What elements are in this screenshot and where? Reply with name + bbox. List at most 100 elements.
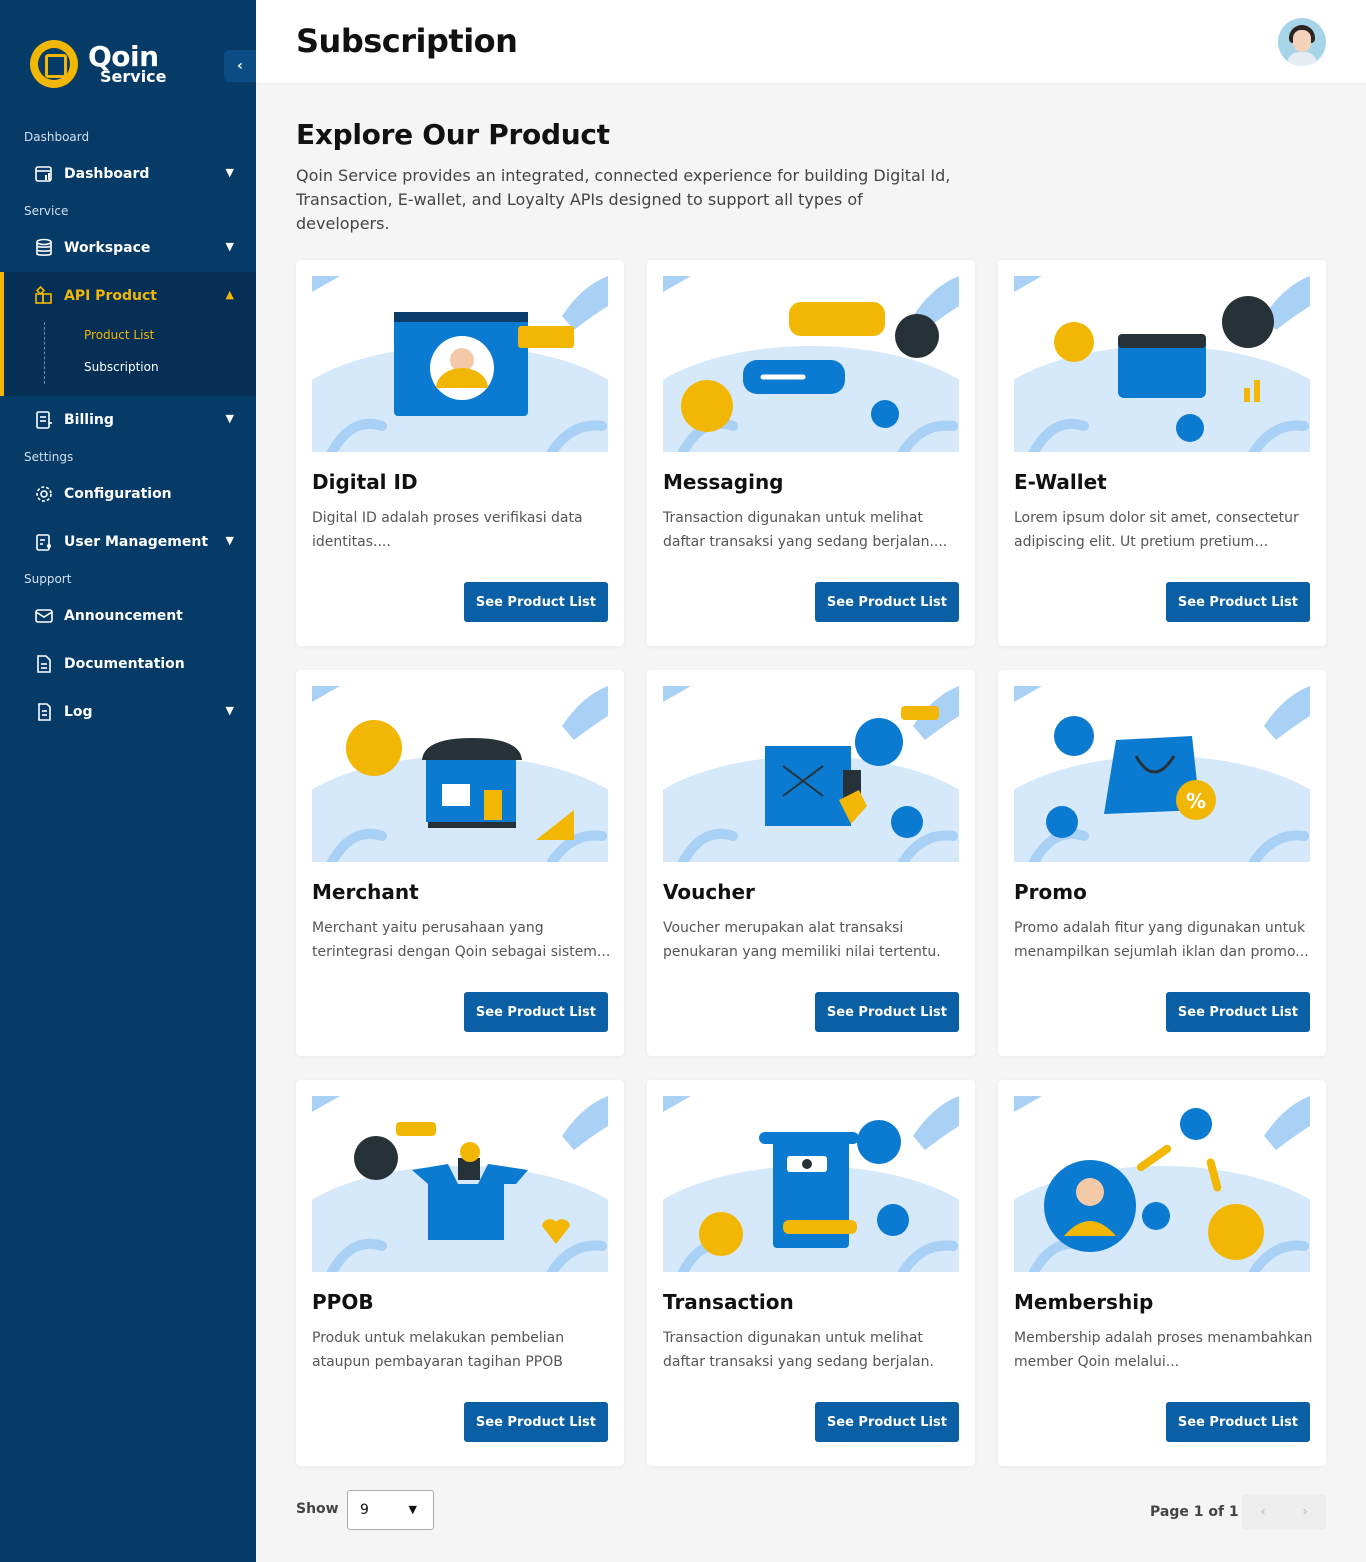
- sidebar-item-documentation[interactable]: Documentation: [0, 640, 256, 688]
- sidebar-item-user-management[interactable]: User Management ▼: [0, 518, 256, 566]
- user-list-icon: [36, 534, 51, 551]
- sidebar-item-label: Configuration: [64, 486, 172, 502]
- prev-page-button[interactable]: ‹: [1242, 1494, 1284, 1530]
- svg-text:%: %: [1186, 789, 1206, 813]
- product-illustration: [663, 686, 959, 862]
- chevron-down-icon: ▼: [225, 704, 234, 717]
- product-illustration: %: [1014, 686, 1310, 862]
- chevron-up-icon: ▲: [225, 288, 234, 301]
- see-product-list-button[interactable]: See Product List: [1165, 1402, 1310, 1442]
- product-card: E-Wallet Lorem ipsum dolor sit amet, cons…: [998, 260, 1326, 646]
- product-description: Lorem ipsum dolor sit amet, consectetur …: [1014, 510, 1299, 550]
- product-description: Digital ID adalah proses verifikasi data…: [312, 510, 583, 550]
- page-size-value: 9: [360, 1502, 369, 1518]
- see-product-list-button[interactable]: See Product List: [1165, 992, 1310, 1032]
- product-title: E-Wallet: [1014, 470, 1107, 494]
- chevron-down-icon: ▼: [225, 412, 234, 425]
- chevron-left-icon: ‹: [237, 58, 243, 74]
- chevron-down-icon: ▼: [225, 534, 234, 547]
- user-avatar[interactable]: [1278, 18, 1326, 66]
- page-info: Page 1 of 1: [1150, 1504, 1239, 1520]
- product-illustration: [663, 276, 959, 452]
- sidebar-item-dashboard[interactable]: Dashboard ▼: [0, 150, 256, 198]
- gear-icon: [36, 486, 52, 502]
- sidebar-item-billing[interactable]: Billing ▼: [0, 396, 256, 444]
- document-icon: [37, 655, 51, 673]
- section-title-support: Support: [24, 572, 72, 586]
- see-product-list-button[interactable]: See Product List: [814, 582, 959, 622]
- product-description: Promo adalah fitur yang digunakan untuk …: [1014, 920, 1309, 960]
- collapse-sidebar-button[interactable]: ‹: [224, 50, 256, 82]
- section-title-dashboard: Dashboard: [24, 130, 90, 144]
- sidebar-item-label: Dashboard: [64, 166, 150, 182]
- product-title: Digital ID: [312, 470, 418, 494]
- show-label: Show: [296, 1501, 339, 1517]
- product-card: Transaction Transaction digunakan untuk m…: [647, 1080, 975, 1466]
- product-description: Transaction digunakan untuk melihat daft…: [663, 1330, 934, 1370]
- sidebar-item-label: Log: [64, 704, 93, 720]
- product-card: Merchant Merchant yaitu perusahaan yang t…: [296, 670, 624, 1056]
- page-size-select[interactable]: 9 ▼: [347, 1490, 434, 1530]
- product-illustration: [312, 686, 608, 862]
- product-illustration: [1014, 276, 1310, 452]
- next-page-button[interactable]: ›: [1284, 1494, 1326, 1530]
- section-heading: Explore Our Product: [296, 118, 610, 151]
- sidebar: Qoin Service ‹ Dashboard Dashboard ▼ Ser…: [0, 0, 256, 1562]
- submenu-line: [44, 322, 45, 384]
- see-product-list-button[interactable]: See Product List: [463, 992, 608, 1032]
- sidebar-item-label: Workspace: [64, 240, 151, 256]
- sidebar-item-announcement[interactable]: Announcement: [0, 592, 256, 640]
- page-title: Subscription: [296, 22, 518, 60]
- product-title: Transaction: [663, 1290, 794, 1314]
- chevron-down-icon: ▼: [408, 1503, 417, 1516]
- product-description: Membership adalah proses menambahkan mem…: [1014, 1330, 1313, 1370]
- sidebar-item-workspace[interactable]: Workspace ▼: [0, 224, 256, 272]
- qoin-logo-icon: [30, 40, 78, 88]
- product-card: % Promo Promo adalah fitur yang digunakan …: [998, 670, 1326, 1056]
- pager: ‹ ›: [1242, 1494, 1326, 1530]
- product-card: PPOB Produk untuk melakukan pembelian ata…: [296, 1080, 624, 1466]
- product-title: PPOB: [312, 1290, 374, 1314]
- product-card: Messaging Transaction digunakan untuk mel…: [647, 260, 975, 646]
- product-description: Transaction digunakan untuk melihat daft…: [663, 510, 948, 550]
- submenu-item-product-list[interactable]: Product List: [84, 328, 154, 342]
- submenu-item-subscription[interactable]: Subscription: [84, 360, 159, 374]
- sidebar-item-api-product[interactable]: API Product ▲: [0, 272, 256, 320]
- section-description: Qoin Service provides an integrated, con…: [296, 166, 951, 233]
- product-illustration: [312, 276, 608, 452]
- top-header: Subscription: [256, 0, 1366, 84]
- apps-icon: [35, 286, 52, 304]
- product-card: Digital ID Digital ID adalah proses verif…: [296, 260, 624, 646]
- product-title: Merchant: [312, 880, 419, 904]
- see-product-list-button[interactable]: See Product List: [1165, 582, 1310, 622]
- product-title: Voucher: [663, 880, 755, 904]
- product-card: Membership Membership adalah proses menam…: [998, 1080, 1326, 1466]
- sidebar-item-configuration[interactable]: Configuration: [0, 470, 256, 518]
- product-illustration: [312, 1096, 608, 1272]
- product-illustration: [663, 1096, 959, 1272]
- section-title-settings: Settings: [24, 450, 74, 464]
- invoice-icon: [36, 411, 52, 429]
- sidebar-item-label: User Management: [64, 534, 209, 550]
- product-illustration: [1014, 1096, 1310, 1272]
- sidebar-item-label: API Product: [64, 288, 157, 304]
- see-product-list-button[interactable]: See Product List: [463, 1402, 608, 1442]
- product-title: Membership: [1014, 1290, 1154, 1314]
- see-product-list-button[interactable]: See Product List: [814, 1402, 959, 1442]
- database-icon: [36, 238, 52, 256]
- logo-sub: Service: [100, 67, 167, 86]
- product-description: Produk untuk melakukan pembelian ataupun…: [312, 1330, 565, 1370]
- section-title-service: Service: [24, 204, 69, 218]
- product-description: Merchant yaitu perusahaan yang terintegr…: [312, 920, 611, 960]
- sidebar-item-log[interactable]: Log ▼: [0, 688, 256, 736]
- chevron-down-icon: ▼: [225, 240, 234, 253]
- dashboard-icon: [35, 166, 52, 182]
- qoin-logo[interactable]: Qoin Service: [30, 40, 167, 88]
- see-product-list-button[interactable]: See Product List: [814, 992, 959, 1032]
- see-product-list-button[interactable]: See Product List: [463, 582, 608, 622]
- sidebar-item-label: Billing: [64, 412, 114, 428]
- log-icon: [38, 703, 51, 721]
- mail-icon: [35, 609, 53, 623]
- product-description: Voucher merupakan alat transaksi penukar…: [663, 920, 941, 960]
- product-title: Promo: [1014, 880, 1087, 904]
